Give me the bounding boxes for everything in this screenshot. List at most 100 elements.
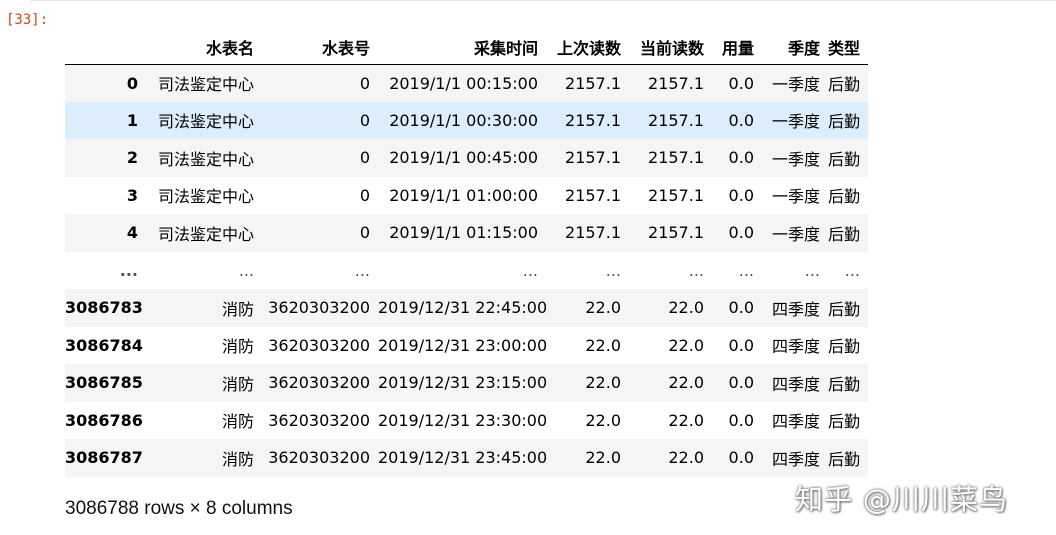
cell-prev: 22.0 <box>585 335 621 355</box>
ellipsis-row: ........................... <box>65 252 868 290</box>
col-header-meter: 水表号 <box>262 30 378 65</box>
dataframe-table: 水表名 水表号 采集时间 上次读数 当前读数 用量 季度 类型 0 司法鉴定中心 0… <box>65 30 868 477</box>
cell-usage: 0.0 <box>728 335 754 355</box>
table-row: 3086787 消防 3620303200 2019/12/31 23:45:00 22… <box>65 439 868 477</box>
row-index: ... <box>119 260 138 280</box>
cell-meter: 0 <box>359 110 370 130</box>
cell-name: 消防 <box>221 449 254 469</box>
cell-prev: 2157.1 <box>565 148 621 168</box>
cell-prev: 2157.1 <box>565 223 621 243</box>
cell-name: ... <box>238 260 254 280</box>
cell-curr: 2157.1 <box>648 223 704 243</box>
cell-type: 后勤 <box>828 412 861 432</box>
col-header-prev: 上次读数 <box>546 30 629 65</box>
cell-usage: 0.0 <box>728 410 754 430</box>
cell-prev: ... <box>605 260 621 280</box>
col-header-type: 类型 <box>828 30 868 65</box>
row-index: 2 <box>126 148 138 168</box>
table-row: 0 司法鉴定中心 0 2019/1/1 00:15:00 2157.1 2157.1 0.0… <box>65 64 868 102</box>
cell-curr: 2157.1 <box>648 73 704 93</box>
cell-time: 2019/1/1 00:15:00 <box>389 73 538 93</box>
cell-name: 消防 <box>221 374 254 394</box>
cell-meter: 3620303200 <box>268 410 370 430</box>
cell-time: 2019/12/31 23:45:00 <box>378 448 546 468</box>
cell-border <box>30 0 1056 4</box>
cell-usage: 0.0 <box>728 298 754 318</box>
col-header-index <box>65 30 146 65</box>
cell-time: 2019/1/1 01:00:00 <box>389 185 538 205</box>
cell-usage: 0.0 <box>728 110 754 130</box>
cell-quarter: 一季度 <box>771 224 820 244</box>
cell-type: 后勤 <box>828 187 861 207</box>
cell-name: 司法鉴定中心 <box>157 149 254 169</box>
col-header-time: 采集时间 <box>378 30 546 65</box>
row-index: 0 <box>126 73 138 93</box>
col-header-usage: 用量 <box>712 30 762 65</box>
cell-type: 后勤 <box>828 224 861 244</box>
cell-type: ... <box>844 260 860 280</box>
cell-time: ... <box>522 260 538 280</box>
cell-quarter: 一季度 <box>771 187 820 207</box>
cell-meter: 0 <box>359 223 370 243</box>
cell-quarter: 一季度 <box>771 112 820 132</box>
col-header-curr: 当前读数 <box>629 30 712 65</box>
cell-type: 后勤 <box>828 149 861 169</box>
cell-prompt: [33]: <box>6 12 49 28</box>
cell-name: 司法鉴定中心 <box>157 187 254 207</box>
cell-time: 2019/1/1 00:45:00 <box>389 148 538 168</box>
row-index: 3 <box>126 185 138 205</box>
cell-curr: 22.0 <box>668 448 704 468</box>
cell-time: 2019/12/31 23:30:00 <box>378 410 546 430</box>
watermark: 知乎 @川川菜鸟 <box>795 483 1008 516</box>
cell-meter: 3620303200 <box>268 373 370 393</box>
col-header-name: 水表名 <box>146 30 262 65</box>
cell-name: 司法鉴定中心 <box>157 112 254 132</box>
cell-time: 2019/12/31 23:00:00 <box>378 335 546 355</box>
cell-meter: 0 <box>359 148 370 168</box>
cell-name: 司法鉴定中心 <box>157 224 254 244</box>
cell-quarter: 四季度 <box>771 337 820 357</box>
row-index: 3086784 <box>65 335 143 355</box>
cell-quarter: 一季度 <box>771 75 820 94</box>
cell-name: 消防 <box>221 337 254 357</box>
cell-prev: 22.0 <box>585 448 621 468</box>
table-row: 3086783 消防 3620303200 2019/12/31 22:45:00 22… <box>65 289 868 327</box>
cell-meter: 3620303200 <box>268 448 370 468</box>
table-row: 2 司法鉴定中心 0 2019/1/1 00:45:00 2157.1 2157.1 0.0… <box>65 139 868 177</box>
cell-usage: ... <box>738 260 754 280</box>
cell-prev: 22.0 <box>585 373 621 393</box>
row-index: 3086786 <box>65 410 143 430</box>
row-index: 4 <box>126 223 138 243</box>
cell-curr: ... <box>688 260 704 280</box>
cell-meter: ... <box>354 260 370 280</box>
row-index: 1 <box>126 110 138 130</box>
cell-type: 后勤 <box>828 337 861 357</box>
cell-quarter: 四季度 <box>771 299 820 319</box>
cell-usage: 0.0 <box>728 185 754 205</box>
row-index: 3086787 <box>65 448 143 468</box>
cell-time: 2019/1/1 01:15:00 <box>389 223 538 243</box>
cell-meter: 0 <box>359 73 370 93</box>
cell-prev: 22.0 <box>585 410 621 430</box>
cell-quarter: 四季度 <box>771 412 820 432</box>
cell-type: 后勤 <box>828 299 861 319</box>
cell-time: 2019/1/1 00:30:00 <box>389 110 538 130</box>
table-row: 1 司法鉴定中心 0 2019/1/1 00:30:00 2157.1 2157.1 0.0… <box>65 101 868 139</box>
cell-prev: 2157.1 <box>565 185 621 205</box>
table-row: 4 司法鉴定中心 0 2019/1/1 01:15:00 2157.1 2157.1 0.0… <box>65 214 868 252</box>
cell-quarter: 四季度 <box>771 374 820 394</box>
cell-curr: 2157.1 <box>648 148 704 168</box>
cell-time: 2019/12/31 23:15:00 <box>378 373 546 393</box>
cell-name: 司法鉴定中心 <box>157 75 254 94</box>
cell-usage: 0.0 <box>728 448 754 468</box>
cell-name: 消防 <box>221 412 254 432</box>
cell-type: 后勤 <box>828 374 861 394</box>
dataframe-shape: 3086788 rows × 8 columns <box>65 498 293 519</box>
cell-meter: 0 <box>359 185 370 205</box>
row-index: 3086783 <box>65 298 143 318</box>
cell-prev: 2157.1 <box>565 110 621 130</box>
cell-type: 后勤 <box>828 449 861 469</box>
cell-type: 后勤 <box>828 75 861 94</box>
cell-curr: 2157.1 <box>648 110 704 130</box>
row-index: 3086785 <box>65 373 143 393</box>
